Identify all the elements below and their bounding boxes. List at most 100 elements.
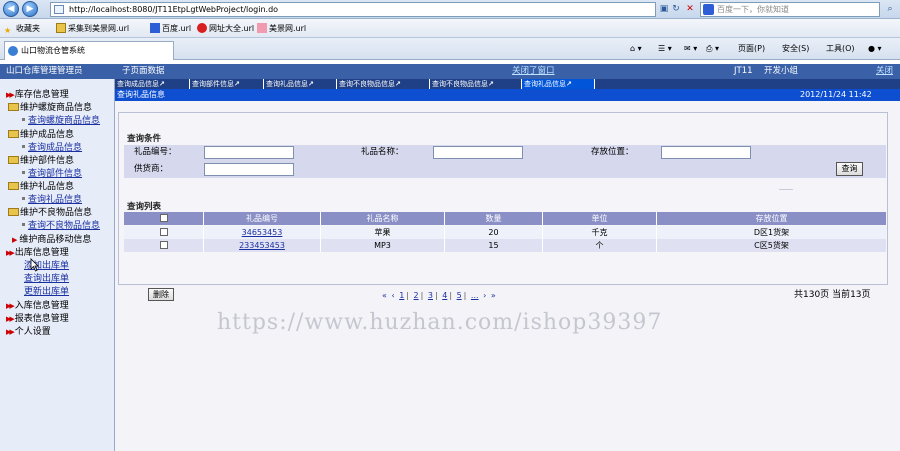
page-title-bar: 查询礼品信息 2012/11/24 11:42 (115, 89, 900, 101)
table-header: 礼品编号 礼品名称 数量 单位 存放位置 (124, 212, 886, 225)
sidebar-item-maintain-move[interactable]: ▶ 维护商品移动信息 (12, 234, 91, 246)
sidebar-item-query-outbound[interactable]: 查询出库单 (24, 273, 69, 285)
fav-item-3[interactable]: 美景网.url (257, 19, 306, 38)
subtab-0[interactable]: 查询成品信息↗ (115, 79, 190, 89)
close-icon[interactable]: ↗ (395, 80, 401, 88)
watermark: https://www.huzhan.com/ishop39397 (217, 310, 663, 335)
gift-name-cell: 苹果 (321, 226, 445, 239)
page-link-3[interactable]: 3 (428, 291, 433, 300)
next-page-link[interactable]: › (483, 291, 486, 300)
sidebar-item-maintain-parts[interactable]: 维护部件信息 (8, 155, 74, 167)
first-page-link[interactable]: « (382, 291, 387, 300)
browser-tab[interactable]: 山口物流仓管系统 (4, 41, 174, 60)
search-input[interactable]: 百度一下，你就知道 (700, 2, 880, 17)
page-link-more[interactable]: ... (471, 291, 479, 300)
print-icon[interactable]: ⎙ ▾ (706, 43, 719, 55)
sidebar-item-query-product[interactable]: 查询螺旋商品信息 (22, 115, 100, 127)
stop-icon[interactable]: ✕ (684, 3, 696, 15)
fav-item-1[interactable]: 百度.url (150, 19, 191, 38)
supplier-input[interactable] (204, 163, 294, 176)
page-link-5[interactable]: 5 (457, 291, 462, 300)
sidebar-item-inventory[interactable]: ▶▶ 库存信息管理 (6, 89, 69, 101)
address-bar: ◀ ▶ http://localhost:8080/JT11EtpLgtWebP… (0, 0, 900, 19)
mail-icon[interactable]: ✉ ▾ (684, 43, 697, 55)
forward-icon[interactable]: ▶ (22, 1, 38, 17)
sidebar-item-inbound[interactable]: ▶▶ 入库信息管理 (6, 300, 69, 312)
back-icon[interactable]: ◀ (3, 1, 19, 17)
search-button[interactable]: 查询 (836, 162, 863, 176)
select-all-cell (124, 212, 204, 225)
col-unit: 单位 (543, 212, 657, 225)
sidebar-item-personal[interactable]: ▶▶ 个人设置 (6, 326, 51, 338)
sidebar-item-maintain-product[interactable]: 维护螺旋商品信息 (8, 102, 92, 114)
close-icon[interactable]: ↗ (566, 80, 572, 88)
url-input[interactable]: http://localhost:8080/JT11EtpLgtWebProje… (50, 2, 656, 17)
delete-button[interactable]: 删除 (148, 288, 174, 301)
col-gift-name: 礼品名称 (321, 212, 445, 225)
gift-no-link[interactable]: 34653453 (204, 226, 321, 239)
close-icon[interactable]: ↗ (308, 80, 314, 88)
last-page-link[interactable]: » (491, 291, 496, 300)
row-checkbox[interactable] (159, 241, 168, 249)
page-menu[interactable]: 页面(P) (738, 43, 765, 55)
close-all-link[interactable]: 关闭了窗口 (512, 64, 555, 79)
prev-page-link[interactable]: ‹ (391, 291, 394, 300)
fav-item-2[interactable]: 网址大全.url (197, 19, 254, 38)
sidebar-item-query-finished[interactable]: 查询成品信息 (22, 142, 82, 154)
double-arrow-icon: ▶▶ (6, 302, 15, 310)
meijing-fav-icon (257, 23, 267, 33)
gift-name-input[interactable] (433, 146, 523, 159)
sidebar-item-maintain-finished[interactable]: 维护成品信息 (8, 129, 74, 141)
table-row: 34653453 苹果 20 千克 D区1货架 (124, 226, 886, 239)
home-icon[interactable]: ⌂ ▾ (630, 43, 642, 55)
sidebar: ▶▶ 库存信息管理 维护螺旋商品信息 查询螺旋商品信息 维护成品信息 查询成品信息… (0, 79, 115, 451)
sidebar-item-query-parts[interactable]: 查询部件信息 (22, 168, 82, 180)
close-icon[interactable]: ↗ (488, 80, 494, 88)
sidebar-item-update-outbound[interactable]: 更新出库单 (24, 286, 69, 298)
main-content: 查询成品信息↗ 查询部件信息↗ 查询礼品信息↗ 查询不良物品信息↗ 查询不良物品… (115, 79, 900, 451)
help-icon[interactable]: ● ▾ (868, 43, 882, 55)
favorites-button[interactable]: ★ 收藏夹 (4, 19, 40, 38)
page-link-1[interactable]: 1 (399, 291, 404, 300)
row-checkbox[interactable] (159, 228, 168, 236)
subpage-label: 子页面数据 (122, 66, 165, 76)
compat-icon[interactable]: ▣ (658, 3, 670, 15)
subtab-3[interactable]: 查询不良物品信息↗ (337, 79, 430, 89)
safety-menu[interactable]: 安全(S) (782, 43, 809, 55)
double-arrow-icon: ▶▶ (6, 249, 15, 257)
refresh-icon[interactable]: ↻ (670, 3, 682, 15)
location-input[interactable] (661, 146, 751, 159)
sidebar-item-maintain-gift[interactable]: 维护礼品信息 (8, 181, 74, 193)
page-link-4[interactable]: 4 (442, 291, 447, 300)
double-arrow-icon: ▶▶ (6, 328, 15, 336)
team-label: 开发小组 (764, 66, 799, 76)
close-icon[interactable]: ↗ (159, 80, 165, 88)
double-arrow-icon: ▶▶ (6, 91, 15, 99)
subtab-2[interactable]: 查询礼品信息↗ (264, 79, 337, 89)
sidebar-item-report[interactable]: ▶▶ 报表信息管理 (6, 313, 69, 325)
folder-icon (8, 182, 19, 190)
close-icon[interactable]: ↗ (234, 80, 240, 88)
sidebar-item-query-defect[interactable]: 查询不良物品信息 (22, 220, 100, 232)
gift-no-link[interactable]: 233453453 (204, 239, 321, 252)
col-qty: 数量 (445, 212, 543, 225)
qty-cell: 15 (445, 239, 543, 252)
close-link[interactable]: 关闭 (876, 64, 893, 79)
search-go-icon[interactable]: ⌕ (884, 3, 896, 15)
row-select-cell (124, 239, 204, 252)
sidebar-item-query-gift[interactable]: 查询礼品信息 (22, 194, 82, 206)
subtab-4[interactable]: 查询不良物品信息↗ (430, 79, 522, 89)
star-icon: ★ (4, 26, 12, 35)
sidebar-item-maintain-defect[interactable]: 维护不良物品信息 (8, 207, 92, 219)
feed-icon[interactable]: ☰ ▾ (658, 43, 672, 55)
select-all-checkbox[interactable] (159, 214, 168, 222)
baidu-fav-icon (150, 23, 160, 33)
subtab-1[interactable]: 查询部件信息↗ (190, 79, 264, 89)
gift-no-input[interactable] (204, 146, 294, 159)
subtab-5[interactable]: 查询礼品信息↗ (522, 79, 595, 89)
row-select-cell (124, 226, 204, 239)
page-link-2[interactable]: 2 (414, 291, 419, 300)
tools-menu[interactable]: 工具(O) (826, 43, 855, 55)
fav-item-0[interactable]: 采集到美景网.url (56, 19, 129, 38)
total-pages: 共130页 (794, 290, 830, 300)
